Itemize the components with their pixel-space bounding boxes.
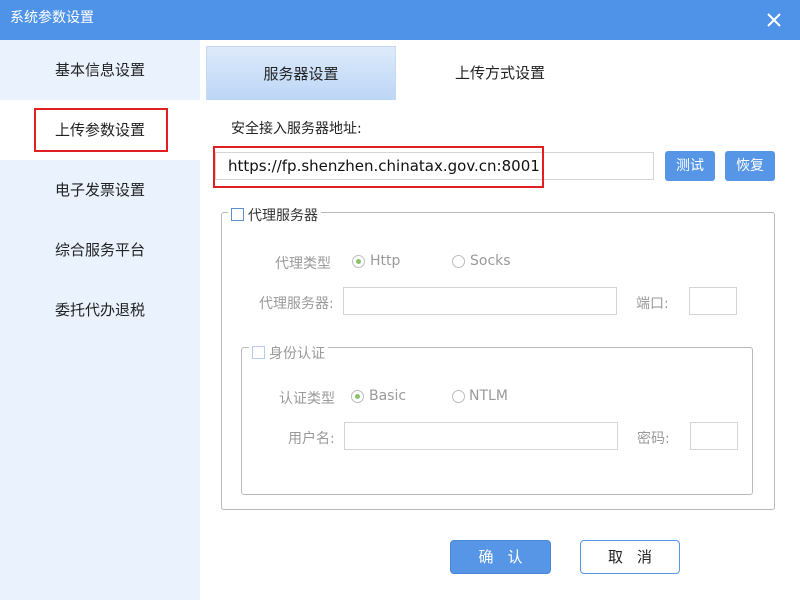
auth-type-ntlm-label: NTLM (469, 388, 508, 404)
proxy-server-label: 代理服务器: (259, 296, 334, 312)
password-input[interactable] (690, 422, 738, 450)
auth-type-ntlm-radio[interactable] (452, 390, 465, 403)
auth-type-label: 认证类型 (279, 391, 335, 407)
close-icon[interactable] (764, 10, 784, 30)
test-button[interactable]: 测试 (665, 151, 715, 181)
sidebar-item-label: 综合服务平台 (55, 241, 146, 259)
username-input[interactable] (344, 422, 618, 450)
tab-label: 服务器设置 (263, 65, 339, 83)
sidebar: 基本信息设置 上传参数设置 电子发票设置 综合服务平台 委托代办退税 (0, 40, 200, 600)
window-title: 系统参数设置 (10, 10, 94, 26)
proxy-type-http-radio[interactable] (352, 255, 365, 268)
tab-label: 上传方式设置 (454, 64, 545, 82)
proxy-server-input[interactable] (343, 287, 617, 315)
tab-upload-method[interactable]: 上传方式设置 (405, 46, 595, 100)
restore-button[interactable]: 恢复 (725, 151, 775, 181)
auth-group (241, 347, 753, 495)
proxy-port-label: 端口: (636, 296, 669, 312)
sidebar-item-upload-params[interactable]: 上传参数设置 (0, 100, 200, 160)
proxy-checkbox-label: 代理服务器 (248, 208, 318, 224)
sidebar-item-e-invoice[interactable]: 电子发票设置 (0, 160, 200, 220)
checkbox-icon (252, 346, 265, 359)
tab-bar: 服务器设置 上传方式设置 (200, 40, 800, 100)
server-address-label: 安全接入服务器地址: (231, 121, 362, 137)
auth-type-basic-radio[interactable] (351, 390, 364, 403)
title-bar: 系统参数设置 (0, 0, 800, 40)
proxy-type-label: 代理类型 (275, 256, 331, 272)
cancel-button[interactable]: 取消 (580, 540, 680, 574)
sidebar-item-label: 基本信息设置 (55, 61, 146, 79)
proxy-type-socks-label: Socks (470, 253, 511, 269)
checkbox-icon (231, 208, 244, 221)
username-label: 用户名: (288, 431, 335, 447)
sidebar-item-label: 委托代办退税 (55, 301, 146, 319)
ok-button[interactable]: 确认 (450, 540, 551, 574)
password-label: 密码: (637, 431, 670, 447)
proxy-port-input[interactable] (689, 287, 737, 315)
sidebar-item-tax-refund[interactable]: 委托代办退税 (0, 280, 200, 340)
proxy-type-socks-radio[interactable] (452, 255, 465, 268)
proxy-type-http-label: Http (370, 253, 401, 269)
auth-type-basic-label: Basic (369, 388, 407, 404)
auth-checkbox-label: 身份认证 (269, 346, 325, 362)
tab-server-settings[interactable]: 服务器设置 (206, 46, 396, 100)
sidebar-item-label: 上传参数设置 (55, 121, 146, 139)
sidebar-item-label: 电子发票设置 (55, 181, 146, 199)
auth-checkbox[interactable]: 身份认证 (249, 343, 328, 363)
server-url-value: https://fp.shenzhen.chinatax.gov.cn:8001 (228, 157, 540, 175)
proxy-checkbox[interactable]: 代理服务器 (228, 205, 321, 225)
sidebar-item-basic-info[interactable]: 基本信息设置 (0, 40, 200, 100)
server-url-input[interactable]: https://fp.shenzhen.chinatax.gov.cn:8001 (215, 152, 654, 180)
sidebar-item-service-platform[interactable]: 综合服务平台 (0, 220, 200, 280)
